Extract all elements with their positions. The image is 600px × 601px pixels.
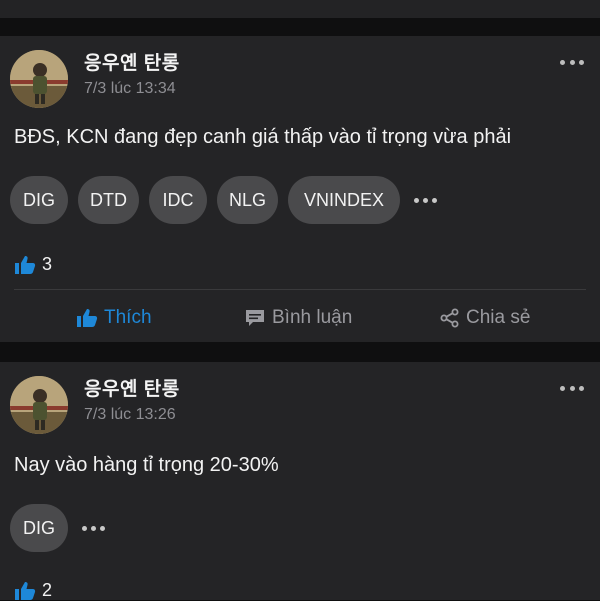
thumbs-up-icon: [77, 309, 98, 327]
like-count[interactable]: 3: [14, 254, 52, 275]
ticker-tag[interactable]: NLG: [217, 176, 279, 224]
avatar[interactable]: [10, 50, 68, 108]
post-content: BĐS, KCN đang đẹp canh giá thấp vào tỉ t…: [14, 126, 512, 148]
ticker-tag[interactable]: DIG: [10, 176, 68, 224]
share-icon: [440, 308, 459, 328]
ticker-tag[interactable]: DTD: [78, 176, 139, 224]
like-button-label: Thích: [104, 307, 152, 328]
share-button[interactable]: Chia sẻ: [440, 298, 530, 338]
ticker-tag[interactable]: VNINDEX: [288, 176, 401, 224]
ticker-tags: DIG: [10, 504, 109, 552]
comment-icon: [246, 310, 264, 326]
more-tags-icon[interactable]: [414, 197, 441, 203]
like-count[interactable]: 2: [14, 580, 52, 601]
post-content: Nay vào hàng tỉ trọng 20-30%: [14, 454, 279, 476]
post-actions: Thích Bình luận Chia sẻ: [0, 298, 600, 338]
comment-button-label: Bình luận: [272, 307, 353, 328]
author-name[interactable]: 응우옌 탄롱: [84, 48, 180, 75]
divider: [14, 289, 586, 290]
avatar[interactable]: [10, 376, 68, 434]
post-timestamp: 7/3 lúc 13:26: [84, 406, 176, 423]
like-button[interactable]: Thích: [76, 298, 152, 338]
ticker-tags: DIG DTD IDC NLG VNINDEX: [10, 176, 441, 224]
like-count-value: 2: [42, 580, 53, 600]
ticker-tag[interactable]: IDC: [149, 176, 207, 224]
more-options-icon[interactable]: [560, 58, 584, 66]
post-card: 응우옌 탄롱 7/3 lúc 13:26 Nay vào hàng tỉ trọ…: [0, 362, 600, 600]
thumbs-up-icon: [15, 255, 36, 274]
previous-post-edge: [0, 0, 600, 18]
thumbs-up-icon: [15, 581, 36, 600]
post-card: 응우옌 탄롱 7/3 lúc 13:34 BĐS, KCN đang đẹp c…: [0, 36, 600, 342]
comment-button[interactable]: Bình luận: [244, 298, 352, 338]
like-count-value: 3: [42, 254, 53, 274]
post-timestamp: 7/3 lúc 13:34: [84, 80, 176, 97]
share-button-label: Chia sẻ: [466, 307, 531, 328]
more-tags-icon[interactable]: [82, 525, 109, 531]
ticker-tag[interactable]: DIG: [10, 504, 68, 552]
author-name[interactable]: 응우옌 탄롱: [84, 374, 180, 401]
more-options-icon[interactable]: [560, 384, 584, 392]
